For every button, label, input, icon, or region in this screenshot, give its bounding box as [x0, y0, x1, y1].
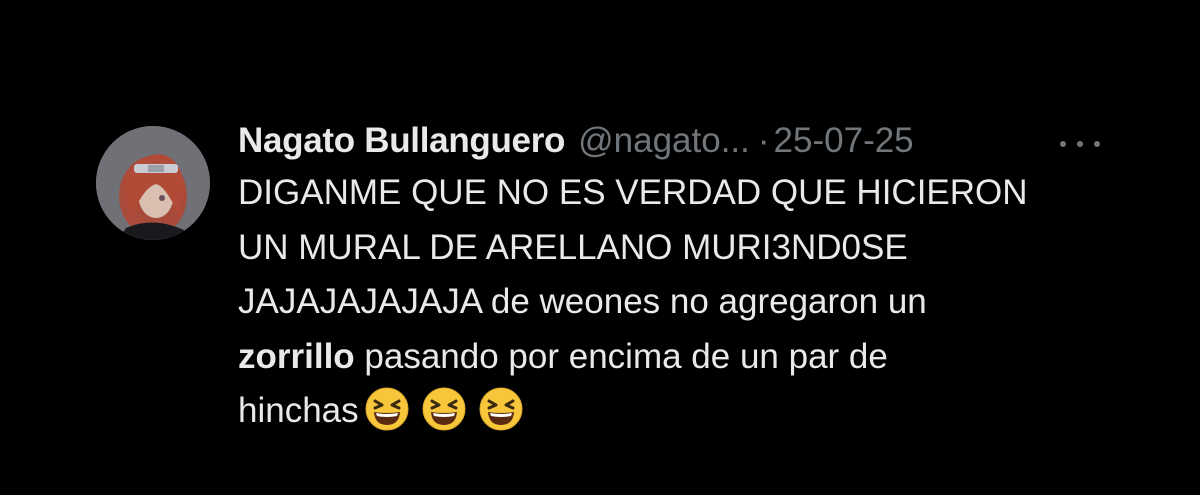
tweet-text-fragment: hinchas: [238, 391, 359, 430]
tweet-card[interactable]: Nagato Bullanguero @nagato... · 25-07-25…: [0, 0, 1200, 495]
grinning-squinting-face-emoji: [365, 387, 409, 431]
tweet-text-fragment: pasando por encima de un par de: [354, 336, 888, 376]
more-dot: [1060, 141, 1066, 147]
avatar-image: [96, 126, 210, 240]
user-handle[interactable]: @nagato...: [578, 116, 750, 166]
more-horizontal-icon[interactable]: [1060, 138, 1100, 150]
tweet-text-line: zorrillo pasando por encima de un par de: [238, 330, 1138, 385]
tweet-text-line: UN MURAL DE ARELLANO MURI3ND0SE: [238, 227, 908, 267]
tweet-text-line: hinchas: [238, 384, 1138, 439]
grinning-squinting-face-emoji: [479, 387, 523, 431]
tweet-text-line: JAJAJAJAJAJA de weones no agregaron un: [238, 282, 927, 321]
avatar[interactable]: [96, 126, 210, 240]
tweet-bold-word: zorrillo: [238, 336, 355, 376]
emoji-group: [365, 387, 536, 431]
more-dot: [1094, 141, 1100, 147]
more-dot: [1077, 141, 1083, 147]
header-separator: ·: [757, 121, 770, 160]
grinning-squinting-face-emoji: [422, 387, 466, 431]
tweet-text: DIGANME QUE NO ES VERDAD QUE HICIERON UN…: [238, 166, 1138, 439]
display-name[interactable]: Nagato Bullanguero: [238, 116, 565, 166]
tweet-header: Nagato Bullanguero @nagato... · 25-07-25: [238, 116, 914, 166]
tweet-date[interactable]: 25-07-25: [774, 116, 914, 166]
tweet-text-line: DIGANME QUE NO ES VERDAD QUE HICIERON: [238, 173, 1028, 212]
